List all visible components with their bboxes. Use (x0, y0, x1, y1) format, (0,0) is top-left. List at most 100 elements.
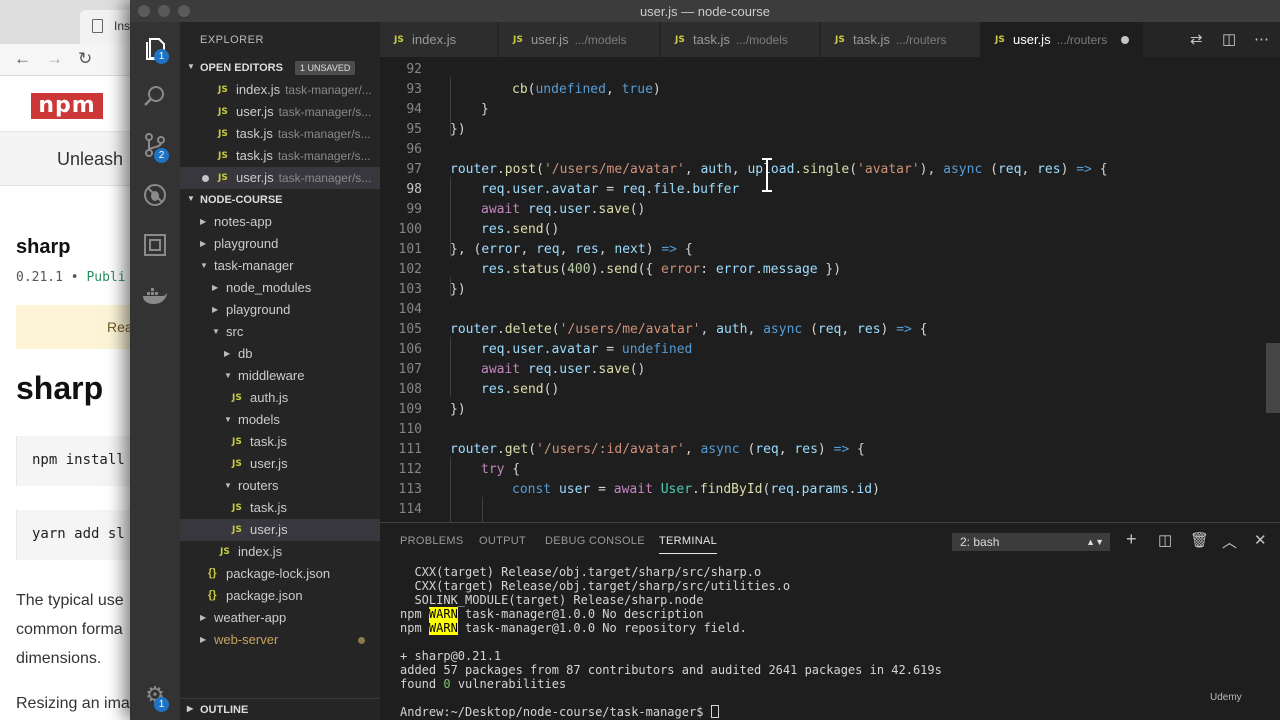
tab-user-models[interactable]: JS user.js .../models (499, 22, 660, 57)
token: '/users/:id/avatar' (536, 442, 685, 457)
tree-folder[interactable]: ▼ src (180, 321, 380, 343)
workspace-section[interactable]: ▼ NODE-COURSE (180, 189, 380, 211)
tree-folder[interactable]: ▼ middleware (180, 365, 380, 387)
browser-tab-title: Ins (114, 19, 131, 33)
tree-file[interactable]: JS user.js (180, 453, 380, 475)
tab-name: task.js (693, 32, 730, 47)
code-line: 104 (380, 300, 1280, 320)
debug-icon[interactable] (142, 182, 168, 208)
tab-problems[interactable]: PROBLEMS (400, 535, 464, 547)
tab-index-js[interactable]: JS index.js (380, 22, 498, 57)
token: auth (716, 322, 748, 337)
tree-folder[interactable]: ▼ task-manager (180, 255, 380, 277)
open-editor-name: task.js (236, 148, 273, 163)
code-line: 101}, (error, req, res, next) => { (380, 240, 1280, 260)
token: user (512, 182, 544, 197)
terminal-line: SOLINK_MODULE(target) Release/sharp.node (400, 593, 704, 607)
token: = (598, 342, 622, 357)
open-editor-item[interactable]: JS index.js task-manager/... (180, 79, 380, 101)
browser-tabbar: Ins (0, 0, 140, 44)
token: save (598, 362, 630, 377)
terminal-select[interactable]: 2: bash ▲▼ (952, 533, 1110, 551)
more-actions-icon[interactable]: ⋯ (1254, 30, 1269, 48)
unsaved-badge: 1 UNSAVED (295, 61, 356, 75)
tree-label: user.js (250, 456, 288, 471)
tree-file-active[interactable]: JS user.js (180, 519, 380, 541)
token: , (778, 442, 795, 457)
trash-icon[interactable]: 🗑 (1190, 531, 1209, 549)
tree-file[interactable]: JS task.js (180, 497, 380, 519)
open-editor-path: task-manager/... (285, 83, 372, 97)
token: findById (699, 482, 763, 497)
tree-folder[interactable]: ▼ models (180, 409, 380, 431)
open-changes-icon[interactable]: ⇄ (1190, 30, 1203, 48)
tree-folder[interactable]: ▶ node_modules (180, 277, 380, 299)
token: upload (747, 162, 795, 177)
token: , (684, 162, 701, 177)
split-terminal-icon[interactable]: ◫ (1158, 531, 1172, 549)
tree-folder[interactable]: ▼ routers (180, 475, 380, 497)
token: user (559, 362, 591, 377)
readme-tab[interactable]: Rea (16, 305, 140, 349)
docker-icon[interactable] (142, 284, 168, 310)
terminal-prompt-line[interactable]: Andrew:~/Desktop/node-course/task-manage… (400, 705, 719, 719)
unsaved-dot-icon[interactable] (202, 175, 209, 182)
open-editor-item[interactable]: JS task.js task-manager/s... (180, 145, 380, 167)
tree-folder[interactable]: ▶ db (180, 343, 380, 365)
chevron-up-icon[interactable]: ︿ (1222, 531, 1237, 552)
tree-file[interactable]: {} package.json (180, 585, 380, 607)
search-icon[interactable] (142, 84, 168, 110)
close-panel-icon[interactable]: ✕ (1254, 531, 1267, 549)
tree-file[interactable]: JS auth.js (180, 387, 380, 409)
reload-icon[interactable]: ↻ (78, 49, 92, 69)
open-editor-item[interactable]: JS task.js task-manager/s... (180, 123, 380, 145)
split-editor-icon[interactable]: ◫ (1222, 30, 1236, 48)
code-editor[interactable]: 92 93 cb (undefined, true) 94} 95}) 96 97 r… (380, 57, 1280, 522)
tab-name: task.js (853, 32, 890, 47)
code-line: 94} (380, 100, 1280, 120)
unsaved-dot-icon[interactable] (1121, 36, 1129, 44)
back-arrow-icon[interactable]: ← (14, 49, 31, 69)
chevron-down-icon: ▼ (187, 62, 195, 71)
tree-folder[interactable]: ▶ notes-app (180, 211, 380, 233)
forward-arrow-icon[interactable]: → (46, 49, 63, 69)
token: ( (739, 442, 756, 457)
js-file-icon: JS (513, 35, 523, 45)
code-line: 100 res.send() (380, 220, 1280, 240)
tab-output[interactable]: OUTPUT (479, 535, 526, 547)
code-line: 92 (380, 60, 1280, 80)
screen: Ins ← → ↻ npm Unleash sharp 0.21.1 • Pub… (0, 0, 1280, 720)
tab-user-routers[interactable]: JS user.js .../routers (981, 22, 1144, 57)
open-editor-item-active[interactable]: JS user.js task-manager/s... (180, 167, 380, 189)
tree-folder[interactable]: ▶ web-server (180, 629, 380, 651)
token: ) (872, 482, 880, 497)
editor-scrollbar[interactable] (1266, 343, 1280, 413)
token: { (1091, 162, 1108, 177)
source-control-badge: 2 (154, 148, 169, 163)
new-terminal-plus-icon[interactable]: + (1126, 529, 1137, 550)
line-number: 105 (398, 322, 422, 337)
token: . (496, 442, 505, 457)
tree-folder[interactable]: ▶ weather-app (180, 607, 380, 629)
open-editors-section[interactable]: ▼ OPEN EDITORS 1 UNSAVED (180, 57, 380, 79)
outline-label: OUTLINE (200, 704, 249, 716)
token: { (504, 462, 521, 477)
open-editor-item[interactable]: JS user.js task-manager/s... (180, 101, 380, 123)
tab-terminal[interactable]: TERMINAL (659, 535, 718, 554)
tab-task-routers[interactable]: JS task.js .../routers (821, 22, 980, 57)
chevron-right-icon: ▶ (200, 217, 207, 226)
outline-section[interactable]: ▶ OUTLINE (180, 698, 380, 720)
extensions-icon[interactable] (142, 233, 168, 259)
tree-file[interactable]: {} package-lock.json (180, 563, 380, 585)
line-number: 102 (398, 262, 422, 277)
tree-file[interactable]: JS index.js (180, 541, 380, 563)
tree-file[interactable]: JS task.js (180, 431, 380, 453)
tree-folder[interactable]: ▶ playground (180, 233, 380, 255)
npm-logo[interactable]: npm (31, 93, 103, 119)
tree-folder[interactable]: ▶ playground (180, 299, 380, 321)
tab-debug-console[interactable]: DEBUG CONSOLE (545, 535, 645, 547)
tab-task-models[interactable]: JS task.js .../models (661, 22, 820, 57)
terminal-line: found 0 vulnerabilities (400, 677, 566, 691)
token: : (700, 262, 716, 277)
sidebar-title: EXPLORER (200, 34, 264, 46)
